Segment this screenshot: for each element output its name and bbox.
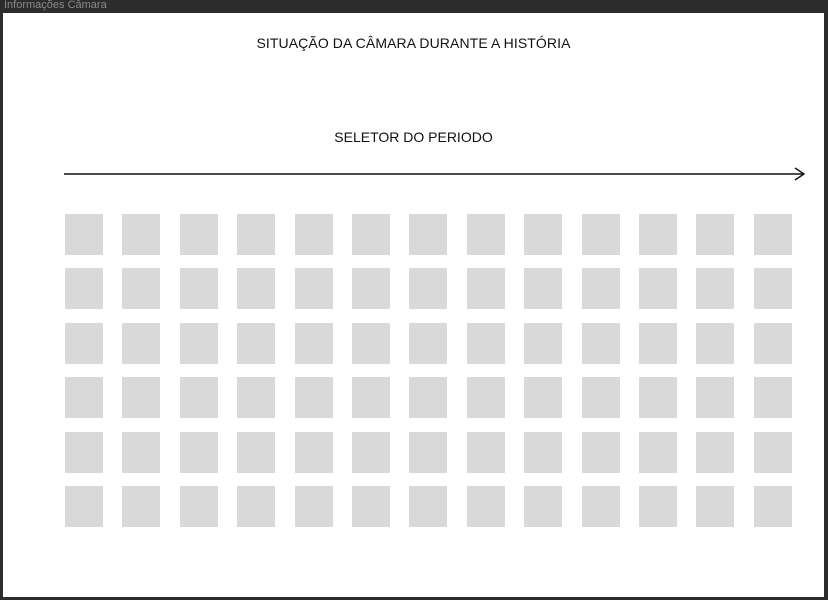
seat[interactable] xyxy=(294,377,333,419)
seat[interactable] xyxy=(65,268,103,310)
seat[interactable] xyxy=(351,485,390,527)
seat[interactable] xyxy=(409,268,448,310)
seat[interactable] xyxy=(179,214,218,255)
window-title: Informações Câmara xyxy=(4,0,107,11)
seat[interactable] xyxy=(753,268,792,310)
seat-grid xyxy=(65,214,792,527)
page-title: SITUAÇÃO DA CÂMARA DURANTE A HISTÓRIA xyxy=(256,35,571,51)
seat[interactable] xyxy=(753,485,792,527)
seat[interactable] xyxy=(696,377,735,419)
seat[interactable] xyxy=(409,214,448,255)
seat[interactable] xyxy=(237,485,276,527)
seat[interactable] xyxy=(237,431,276,473)
seat[interactable] xyxy=(351,268,390,310)
seat[interactable] xyxy=(638,322,677,364)
seat[interactable] xyxy=(179,485,218,527)
seat[interactable] xyxy=(581,214,620,255)
seat[interactable] xyxy=(179,377,218,419)
seat[interactable] xyxy=(122,214,161,255)
seat[interactable] xyxy=(65,214,103,255)
seat[interactable] xyxy=(237,322,276,364)
seat[interactable] xyxy=(466,322,505,364)
seat[interactable] xyxy=(65,431,103,473)
seat[interactable] xyxy=(696,431,735,473)
seat[interactable] xyxy=(466,485,505,527)
seat[interactable] xyxy=(466,431,505,473)
seat[interactable] xyxy=(122,377,161,419)
seat[interactable] xyxy=(122,268,161,310)
seat[interactable] xyxy=(65,485,103,527)
seat[interactable] xyxy=(696,485,735,527)
seat[interactable] xyxy=(237,268,276,310)
seat[interactable] xyxy=(65,322,103,364)
seat[interactable] xyxy=(524,431,563,473)
seat[interactable] xyxy=(122,431,161,473)
seat[interactable] xyxy=(409,485,448,527)
seat[interactable] xyxy=(466,377,505,419)
seat[interactable] xyxy=(638,485,677,527)
seat[interactable] xyxy=(638,377,677,419)
seat[interactable] xyxy=(409,322,448,364)
seat[interactable] xyxy=(581,431,620,473)
seat[interactable] xyxy=(581,268,620,310)
seat[interactable] xyxy=(524,485,563,527)
seat[interactable] xyxy=(524,322,563,364)
seat[interactable] xyxy=(524,268,563,310)
seat[interactable] xyxy=(524,214,563,255)
seat[interactable] xyxy=(753,322,792,364)
seat[interactable] xyxy=(179,431,218,473)
camera-info-frame: SITUAÇÃO DA CÂMARA DURANTE A HISTÓRIA SE… xyxy=(3,13,824,597)
seat[interactable] xyxy=(351,377,390,419)
seat[interactable] xyxy=(122,485,161,527)
seat[interactable] xyxy=(237,214,276,255)
seat[interactable] xyxy=(179,322,218,364)
seat[interactable] xyxy=(409,431,448,473)
period-selector-label: SELETOR DO PERIODO xyxy=(334,129,493,145)
seat[interactable] xyxy=(581,377,620,419)
seat[interactable] xyxy=(179,268,218,310)
seat[interactable] xyxy=(696,214,735,255)
seat[interactable] xyxy=(466,268,505,310)
seat[interactable] xyxy=(696,322,735,364)
seat[interactable] xyxy=(524,377,563,419)
seat[interactable] xyxy=(638,268,677,310)
seat[interactable] xyxy=(351,322,390,364)
period-selector-timeline[interactable] xyxy=(64,167,808,183)
seat[interactable] xyxy=(122,322,161,364)
seat[interactable] xyxy=(409,377,448,419)
seat[interactable] xyxy=(294,485,333,527)
seat[interactable] xyxy=(294,268,333,310)
seat[interactable] xyxy=(753,214,792,255)
seat[interactable] xyxy=(638,214,677,255)
seat[interactable] xyxy=(351,431,390,473)
seat[interactable] xyxy=(753,377,792,419)
seat[interactable] xyxy=(581,322,620,364)
seat[interactable] xyxy=(753,431,792,473)
seat[interactable] xyxy=(466,214,505,255)
seat[interactable] xyxy=(638,431,677,473)
seat[interactable] xyxy=(696,268,735,310)
seat[interactable] xyxy=(237,377,276,419)
seat[interactable] xyxy=(65,377,103,419)
seat[interactable] xyxy=(351,214,390,255)
seat[interactable] xyxy=(294,214,333,255)
seat[interactable] xyxy=(294,322,333,364)
seat[interactable] xyxy=(581,485,620,527)
seat[interactable] xyxy=(294,431,333,473)
